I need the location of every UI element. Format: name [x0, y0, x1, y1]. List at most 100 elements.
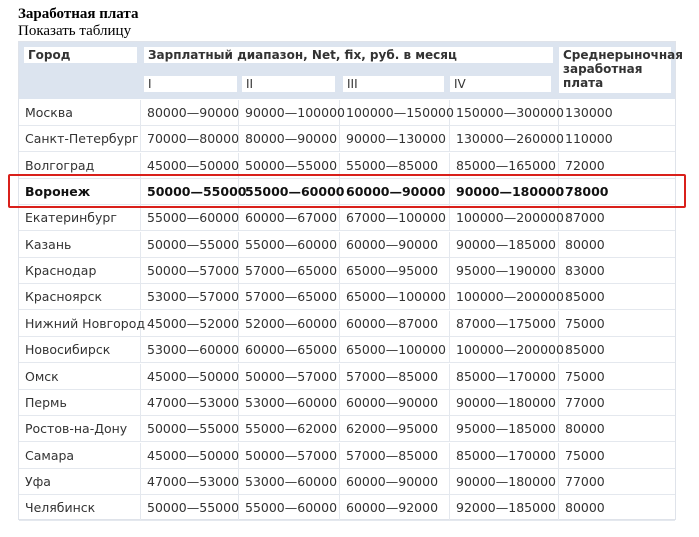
average-cell: 77000	[565, 473, 605, 489]
header-level-4: IV	[450, 76, 551, 92]
city-cell: Казань	[19, 231, 141, 257]
header-city: Город	[24, 47, 137, 63]
level-2-cell: 80000—90000	[239, 126, 340, 152]
table-row: Самара 45000—50000 50000—57000 57000—85000 8…	[19, 442, 675, 469]
city-cell: Челябинск	[19, 495, 141, 521]
level-1-cell: 53000—60000	[141, 337, 239, 363]
city-cell: Нижний Новгород	[19, 310, 145, 336]
level-4-cell: 92000—185000	[450, 495, 559, 521]
average-cell: 75000	[565, 315, 605, 331]
level-1-cell: 45000—50000	[141, 442, 239, 468]
average-cell: 75000	[565, 368, 605, 384]
level-3-cell: 100000—150000	[340, 100, 454, 125]
level-2-cell: 50000—57000	[239, 442, 340, 468]
table-row: Москва 80000—90000 90000—100000 100000—1500…	[19, 100, 675, 126]
level-1-cell: 50000—55000	[141, 495, 239, 521]
level-3-cell: 65000—95000	[340, 258, 450, 284]
level-1-cell: 53000—57000	[141, 284, 239, 310]
salary-table: Город Зарплатный диапазон, Net, fix, руб…	[18, 41, 683, 522]
level-1-cell: 70000—80000	[141, 126, 239, 152]
level-4-cell: 95000—190000	[450, 258, 559, 284]
table-row: Челябинск 50000—55000 55000—60000 60000—920…	[19, 495, 675, 522]
average-cell: 85000	[565, 289, 605, 305]
table-row: Новосибирск 53000—60000 60000—65000 65000—1…	[19, 337, 675, 364]
level-3-cell: 62000—95000	[340, 416, 450, 442]
header-level-3: III	[343, 76, 444, 92]
highlight-frame	[8, 174, 686, 208]
level-1-cell: 47000—53000	[141, 468, 239, 494]
level-4-cell: 90000—180000	[450, 468, 559, 494]
city-cell: Ростов-на-Дону	[19, 416, 141, 442]
table-row: Ростов-на-Дону 50000—55000 55000—62000 6200…	[19, 416, 675, 443]
average-cell: 87000	[565, 210, 605, 226]
level-2-cell: 50000—57000	[239, 363, 340, 389]
table-row: Краснодар 50000—57000 57000—65000 65000—950…	[19, 258, 675, 285]
average-cell: 77000	[565, 394, 605, 410]
level-2-cell: 57000—65000	[239, 284, 340, 310]
level-2-cell: 53000—60000	[239, 389, 340, 415]
city-cell: Екатеринбург	[19, 205, 141, 231]
level-2-cell: 60000—65000	[239, 337, 340, 363]
level-3-cell: 65000—100000	[340, 284, 450, 310]
level-3-cell: 60000—90000	[340, 389, 450, 415]
level-3-cell: 67000—100000	[340, 205, 450, 231]
city-cell: Краснодар	[19, 258, 141, 284]
level-2-cell: 55000—60000	[239, 495, 340, 521]
level-1-cell: 55000—60000	[141, 205, 239, 231]
level-2-cell: 53000—60000	[239, 468, 340, 494]
average-cell: 110000	[565, 131, 613, 147]
level-2-cell: 90000—100000	[239, 100, 345, 125]
level-3-cell: 57000—85000	[340, 442, 450, 468]
level-4-cell: 95000—185000	[450, 416, 559, 442]
show-table-toggle[interactable]: Показать таблицу	[18, 23, 131, 40]
city-cell: Санкт-Петербург	[19, 126, 141, 152]
city-cell: Уфа	[19, 468, 141, 494]
average-cell: 80000	[565, 500, 605, 516]
average-cell: 80000	[565, 236, 605, 252]
average-cell: 83000	[565, 263, 605, 279]
table-header: Город Зарплатный диапазон, Net, fix, руб…	[19, 42, 683, 99]
level-1-cell: 50000—57000	[141, 258, 239, 284]
average-cell: 130000	[565, 105, 613, 120]
city-cell: Новосибирск	[19, 337, 141, 363]
table-row: Пермь 47000—53000 53000—60000 60000—90000 90…	[19, 389, 675, 416]
level-4-cell: 100000—200000	[450, 284, 564, 310]
level-4-cell: 100000—200000	[450, 205, 564, 231]
table-row: Казань 50000—55000 55000—60000 60000—90000 9…	[19, 231, 675, 258]
table-row: Екатеринбург 55000—60000 60000—67000 67000—…	[19, 205, 675, 232]
city-cell: Москва	[19, 100, 141, 125]
level-4-cell: 85000—170000	[450, 363, 559, 389]
header-level-1: I	[144, 76, 237, 92]
table-row: Нижний Новгород 45000—52000 52000—60000 600…	[19, 310, 675, 337]
header-average-salary: Среднерыночная заработная плата	[559, 47, 683, 93]
table-row: Санкт-Петербург 70000—80000 80000—90000 900…	[19, 126, 675, 153]
table-row: Уфа 47000—53000 53000—60000 60000—90000 9000…	[19, 468, 675, 495]
level-1-cell: 45000—50000	[141, 363, 239, 389]
city-cell: Красноярск	[19, 284, 141, 310]
level-2-cell: 52000—60000	[239, 310, 340, 336]
average-cell: 85000	[565, 342, 605, 358]
level-4-cell: 85000—170000	[450, 442, 559, 468]
level-3-cell: 57000—85000	[340, 363, 450, 389]
level-4-cell: 87000—175000	[450, 310, 559, 336]
level-3-cell: 60000—92000	[340, 495, 450, 521]
level-2-cell: 55000—62000	[239, 416, 340, 442]
level-1-cell: 47000—53000	[141, 389, 239, 415]
page-title: Заработная плата	[18, 6, 139, 22]
level-2-cell: 57000—65000	[239, 258, 340, 284]
header-level-2: II	[242, 76, 335, 92]
average-cell: 75000	[565, 447, 605, 463]
table-row: Красноярск 53000—57000 57000—65000 65000—10…	[19, 284, 675, 311]
level-3-cell: 65000—100000	[340, 337, 450, 363]
level-4-cell: 130000—260000	[450, 126, 564, 152]
city-cell: Самара	[19, 442, 141, 468]
city-cell: Омск	[19, 363, 141, 389]
level-1-cell: 50000—55000	[141, 416, 239, 442]
table-row: Омск 45000—50000 50000—57000 57000—85000 850…	[19, 363, 675, 390]
level-4-cell: 100000—200000	[450, 337, 564, 363]
level-1-cell: 80000—90000	[141, 100, 239, 125]
level-3-cell: 60000—90000	[340, 468, 450, 494]
city-cell: Пермь	[19, 389, 141, 415]
header-salary-range: Зарплатный диапазон, Net, fix, руб. в ме…	[144, 47, 553, 63]
level-1-cell: 50000—55000	[141, 231, 239, 257]
